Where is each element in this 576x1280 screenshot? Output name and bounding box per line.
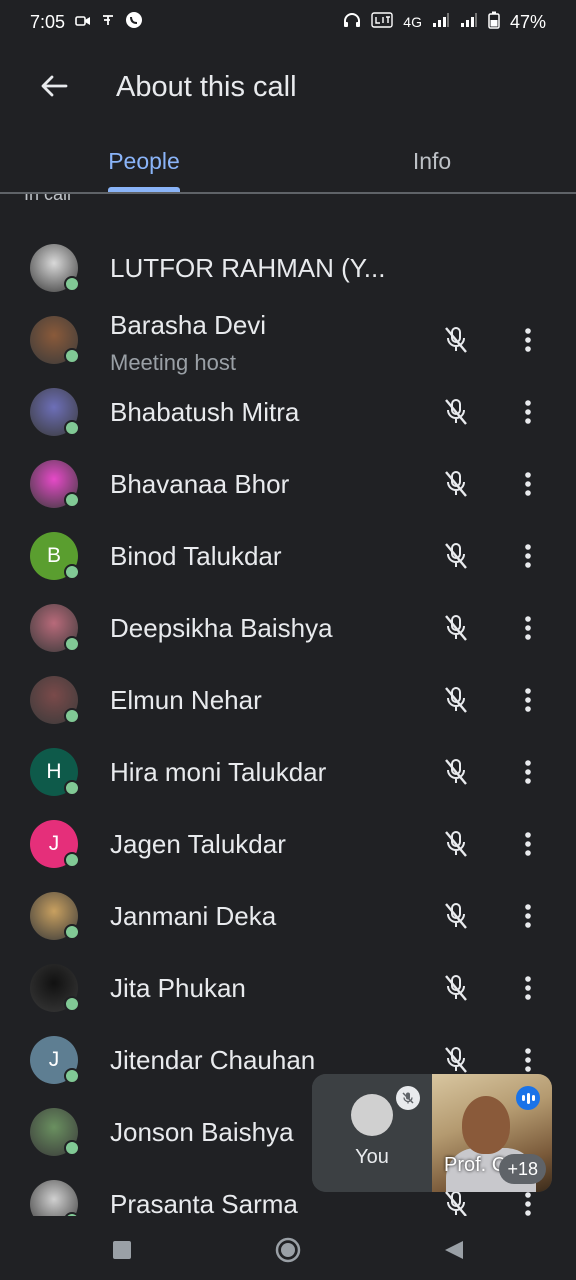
signal-icon [432, 12, 450, 33]
participant-name: Hira moni Talukdar [110, 757, 327, 787]
online-status-dot [64, 852, 80, 868]
pip-remote-tile[interactable]: Prof. C +18 [432, 1074, 552, 1192]
more-options-icon[interactable] [510, 896, 546, 936]
mic-off-icon [436, 392, 476, 432]
back-nav-icon[interactable] [434, 1230, 474, 1270]
participant-name: Jagen Talukdar [110, 829, 286, 859]
participant-name: Jitendar Chauhan [110, 1045, 316, 1075]
participant-row[interactable]: Janmani Deka [0, 880, 576, 952]
tab-info[interactable]: Info [380, 132, 484, 190]
mic-off-icon [436, 896, 476, 936]
mic-off-icon [436, 608, 476, 648]
online-status-dot [64, 348, 80, 364]
mic-off-icon [396, 1086, 420, 1110]
participant-name: LUTFOR RAHMAN (Y... [110, 253, 386, 283]
participant-name: Bhavanaa Bhor [110, 469, 290, 499]
participant-name: Barasha Devi [110, 310, 267, 340]
online-status-dot [64, 1140, 80, 1156]
more-options-icon[interactable] [510, 680, 546, 720]
mic-off-icon [436, 824, 476, 864]
battery-icon [488, 11, 500, 34]
volte-icon [371, 11, 393, 33]
more-options-icon[interactable] [510, 464, 546, 504]
pip-remote-label: Prof. C [444, 1154, 507, 1176]
avatar-initial: B [46, 544, 61, 567]
tab-bar: People Info [0, 132, 576, 194]
avatar-initial: J [48, 1048, 60, 1071]
participant-list[interactable]: In call LUTFOR RAHMAN (Y... Barasha Devi M… [0, 194, 576, 1216]
page-title: About this call [116, 71, 297, 103]
section-label-in-call: In call [24, 194, 72, 204]
system-nav-bar [0, 1216, 576, 1280]
network-type-label: 4G [403, 14, 422, 30]
battery-percent: 47% [509, 11, 546, 32]
whatsapp-icon [125, 11, 143, 33]
avatar-initial: J [48, 832, 60, 855]
pip-self-avatar [351, 1094, 393, 1136]
mic-off-icon [436, 680, 476, 720]
notification-icon [101, 13, 115, 31]
audio-level-icon [516, 1086, 540, 1110]
online-status-dot [64, 420, 80, 436]
participant-name: Binod Talukdar [110, 541, 282, 571]
participant-row[interactable]: B Binod Talukdar [0, 520, 576, 592]
participant-row[interactable]: Jita Phukan [0, 952, 576, 1024]
participant-count-badge: +18 [499, 1154, 546, 1184]
mic-off-icon [436, 536, 476, 576]
status-time: 7:05 [30, 11, 66, 32]
app-bar: About this call [0, 44, 576, 130]
pip-window[interactable]: You Prof. C +18 [312, 1074, 552, 1192]
online-status-dot [64, 1068, 80, 1084]
participant-row[interactable]: Barasha Devi Meeting host [0, 304, 576, 376]
online-status-dot [64, 276, 80, 292]
online-status-dot [64, 492, 80, 508]
participant-row[interactable]: Bhabatush Mitra [0, 376, 576, 448]
participant-row[interactable]: Elmun Nehar [0, 664, 576, 736]
participant-name: Elmun Nehar [110, 685, 262, 715]
online-status-dot [64, 564, 80, 580]
video-icon [75, 14, 91, 31]
more-options-icon[interactable] [510, 824, 546, 864]
tab-people[interactable]: People [96, 132, 192, 190]
mic-off-icon [436, 752, 476, 792]
online-status-dot [64, 996, 80, 1012]
more-options-icon[interactable] [510, 392, 546, 432]
more-options-icon[interactable] [510, 752, 546, 792]
mic-off-icon [436, 968, 476, 1008]
participant-name: Bhabatush Mitra [110, 397, 300, 427]
online-status-dot [64, 924, 80, 940]
mic-off-icon [436, 464, 476, 504]
more-options-icon[interactable] [510, 320, 546, 360]
participant-row[interactable]: LUTFOR RAHMAN (Y... [0, 232, 576, 304]
online-status-dot [64, 636, 80, 652]
participant-row[interactable]: J Jagen Talukdar [0, 808, 576, 880]
avatar-initial: H [46, 760, 62, 783]
participant-row[interactable]: Bhavanaa Bhor [0, 448, 576, 520]
headphones-icon [343, 12, 361, 33]
participant-name: Janmani Deka [110, 901, 277, 931]
participant-role: Meeting host [110, 350, 236, 375]
participant-row[interactable]: Deepsikha Baishya [0, 592, 576, 664]
participant-name: Jonson Baishya [110, 1117, 294, 1147]
recents-icon[interactable] [102, 1230, 142, 1270]
more-options-icon[interactable] [510, 536, 546, 576]
participant-name: Deepsikha Baishya [110, 613, 333, 643]
participant-name: Prasanta Sarma [110, 1189, 298, 1216]
online-status-dot [64, 780, 80, 796]
pip-self-tile[interactable]: You [312, 1074, 432, 1192]
home-icon[interactable] [268, 1230, 308, 1270]
more-options-icon[interactable] [510, 968, 546, 1008]
back-arrow-icon[interactable] [32, 64, 76, 108]
participant-name: Jita Phukan [110, 973, 246, 1003]
pip-self-label: You [355, 1146, 389, 1168]
mic-off-icon [436, 320, 476, 360]
more-options-icon[interactable] [510, 608, 546, 648]
signal-icon-2 [460, 12, 478, 33]
pip-remote-face [462, 1096, 510, 1154]
avatar [30, 1180, 78, 1216]
participant-row[interactable]: H Hira moni Talukdar [0, 736, 576, 808]
online-status-dot [64, 708, 80, 724]
status-bar: 7:05 4G 47% [0, 0, 576, 44]
